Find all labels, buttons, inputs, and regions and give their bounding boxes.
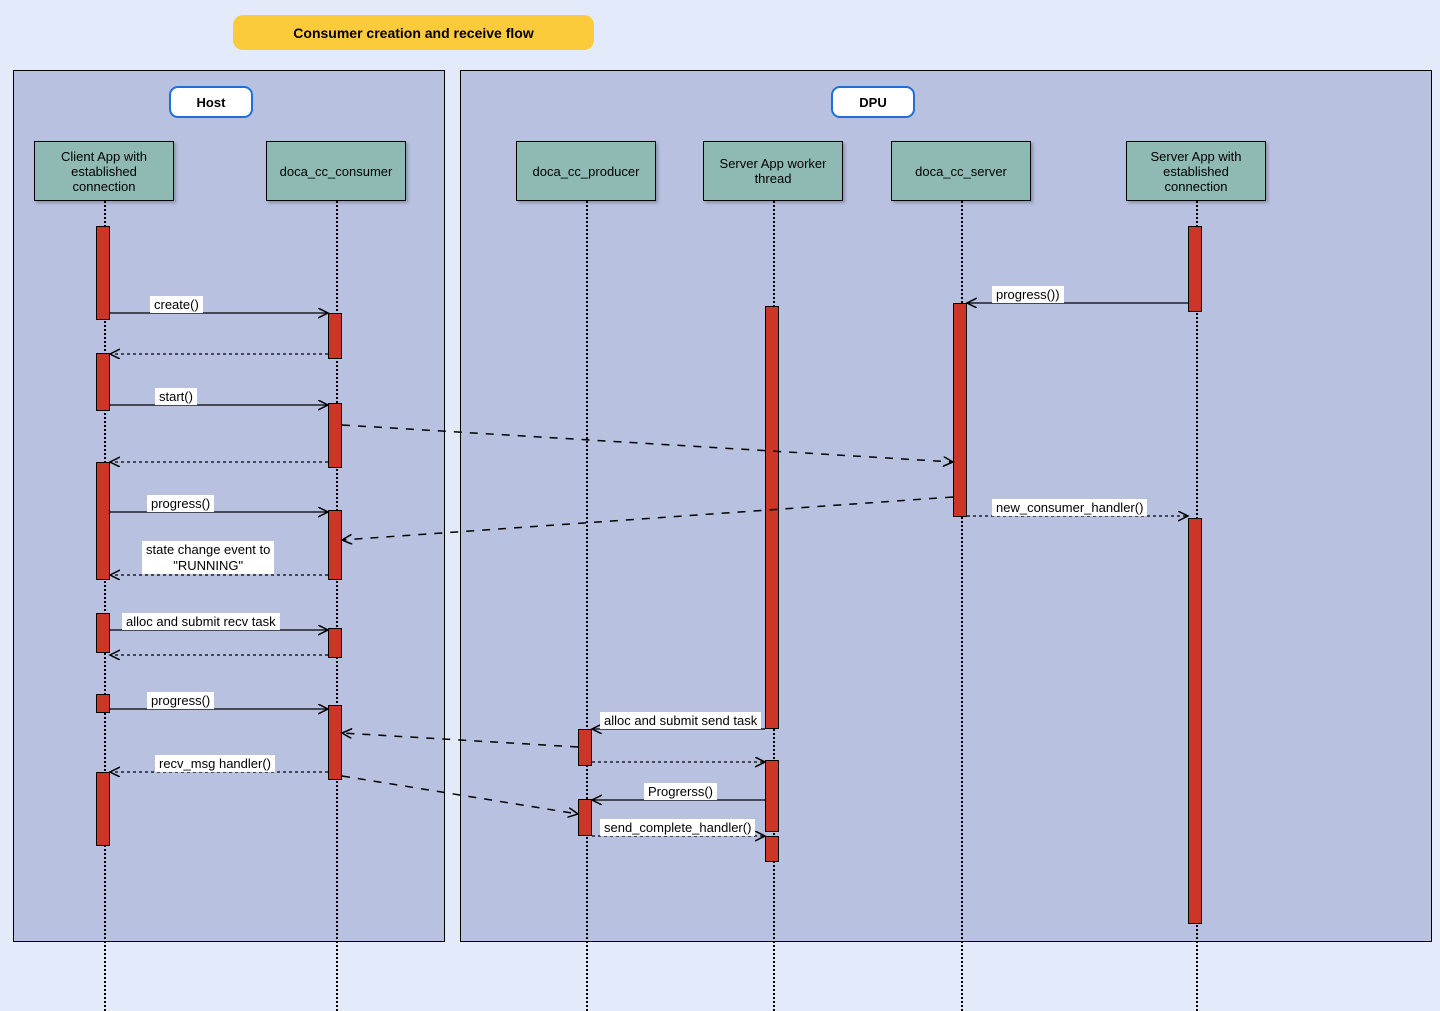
msg-progress-worker: Progrerss() (644, 783, 717, 800)
participant-producer: doca_cc_producer (516, 141, 656, 201)
msg-alloc-recv: alloc and submit recv task (122, 613, 280, 630)
diagram-title: Consumer creation and receive flow (233, 15, 594, 50)
activation-server (953, 303, 967, 517)
msg-new-consumer: new_consumer_handler() (992, 499, 1147, 516)
diagram-page: Consumer creation and receive flow Host … (0, 0, 1440, 955)
activation-consumer-4 (328, 628, 342, 658)
activation-producer-2 (578, 799, 592, 836)
activation-serverapp-2 (1188, 518, 1202, 924)
msg-create: create() (150, 296, 203, 313)
msg-alloc-send: alloc and submit send task (600, 712, 761, 729)
activation-client-4 (96, 613, 110, 653)
msg-send-complete: send_complete_handler() (600, 819, 755, 836)
participant-serverapp: Server App with established connection (1126, 141, 1266, 201)
lifeline-client (104, 201, 106, 1011)
msg-progress-client: progress() (147, 495, 214, 512)
msg-start: start() (155, 388, 197, 405)
participant-worker: Server App worker thread (703, 141, 843, 201)
host-group-label: Host (169, 86, 253, 118)
activation-client-3 (96, 462, 110, 580)
activation-consumer-5 (328, 705, 342, 780)
activation-consumer-3 (328, 510, 342, 580)
activation-serverapp-1 (1188, 226, 1202, 312)
msg-state-change-text: state change event to "RUNNING" (146, 542, 270, 573)
host-panel: Host Client App with established connect… (13, 70, 445, 942)
msg-state-change: state change event to "RUNNING" (142, 541, 274, 574)
dpu-panel: DPU doca_cc_producer Server App worker t… (460, 70, 1432, 942)
activation-client-2 (96, 353, 110, 411)
activation-client-1 (96, 226, 110, 320)
activation-worker-3 (765, 836, 779, 862)
activation-client-5 (96, 694, 110, 713)
participant-client: Client App with established connection (34, 141, 174, 201)
msg-progress-client2: progress() (147, 692, 214, 709)
dpu-group-label: DPU (831, 86, 915, 118)
activation-consumer-2 (328, 403, 342, 468)
participant-consumer: doca_cc_consumer (266, 141, 406, 201)
activation-producer-1 (578, 729, 592, 766)
activation-worker-2 (765, 760, 779, 832)
activation-worker-1 (765, 306, 779, 729)
msg-recv-handler: recv_msg handler() (155, 755, 275, 772)
activation-client-6 (96, 772, 110, 846)
participant-server: doca_cc_server (891, 141, 1031, 201)
msg-progress-server: progress()) (992, 286, 1064, 303)
lifeline-producer (586, 201, 588, 1011)
activation-consumer-1 (328, 313, 342, 359)
